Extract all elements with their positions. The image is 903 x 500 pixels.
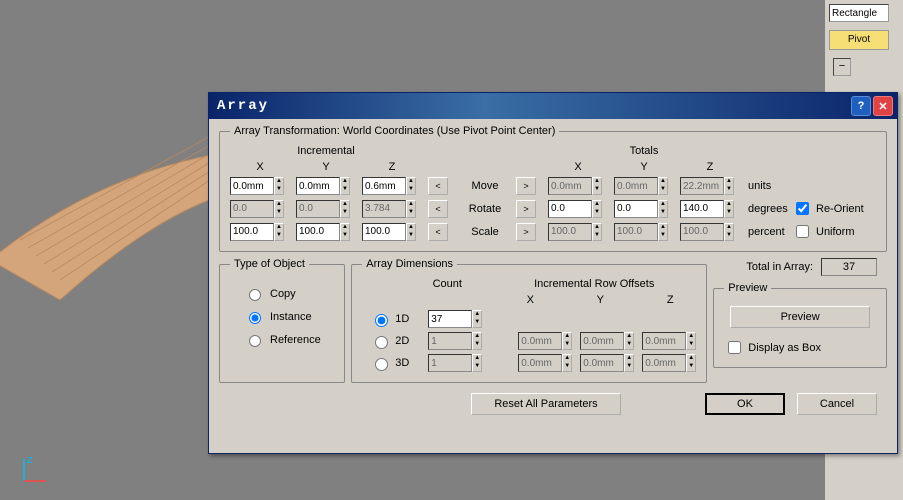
scale-tot-z[interactable]: ▲▼ (680, 223, 734, 241)
tot-y-header: Y (614, 161, 674, 173)
rotate-tot-y[interactable]: ▲▼ (614, 200, 668, 218)
move-tot-y[interactable]: ▲▼ (614, 177, 668, 195)
axis-gizmo: z (16, 453, 52, 492)
instance-radio[interactable] (249, 312, 261, 324)
move-inc-y[interactable]: ▲▼ (296, 177, 350, 195)
2d-y[interactable]: ▲▼ (580, 332, 634, 350)
move-inc-x[interactable]: ▲▼ (230, 177, 284, 195)
2d-x[interactable]: ▲▼ (518, 332, 572, 350)
cancel-button[interactable]: Cancel (797, 393, 877, 415)
3d-z[interactable]: ▲▼ (642, 354, 696, 372)
2d-count[interactable]: ▲▼ (428, 332, 482, 350)
object-name-field[interactable] (829, 4, 889, 22)
inc-x-header: X (230, 161, 290, 173)
move-tot-z[interactable]: ▲▼ (680, 177, 734, 195)
rotate-right-arrow[interactable]: > (516, 200, 536, 218)
scale-tot-x[interactable]: ▲▼ (548, 223, 602, 241)
2d-label: 2D (395, 335, 409, 347)
move-inc-z[interactable]: ▲▼ (362, 177, 416, 195)
preview-legend: Preview (724, 282, 771, 294)
rotate-units: degrees (746, 203, 786, 215)
rotate-left-arrow[interactable]: < (428, 200, 448, 218)
scale-left-arrow[interactable]: < (428, 223, 448, 241)
offsets-header: Incremental Row Offsets (492, 278, 696, 290)
svg-text:z: z (27, 454, 33, 466)
display-as-box-checkbox[interactable] (728, 341, 741, 354)
1d-label: 1D (395, 313, 409, 325)
scale-tot-y[interactable]: ▲▼ (614, 223, 668, 241)
dims-x-header: X (510, 294, 550, 306)
move-left-arrow[interactable]: < (428, 177, 448, 195)
totals-header: Totals (548, 145, 740, 157)
dims-legend: Array Dimensions (362, 258, 457, 270)
type-of-object-group: Type of Object Copy Instance Reference (219, 258, 345, 383)
reset-button[interactable]: Reset All Parameters (471, 393, 621, 415)
inc-z-header: Z (362, 161, 422, 173)
array-dialog: Array ? ✕ Array Transformation: World Co… (208, 92, 898, 454)
dims-z-header: Z (650, 294, 690, 306)
rotate-label: Rotate (460, 203, 510, 215)
2d-z[interactable]: ▲▼ (642, 332, 696, 350)
dialog-title: Array (213, 98, 849, 114)
dims-y-header: Y (580, 294, 620, 306)
instance-label: Instance (270, 311, 312, 323)
ok-button[interactable]: OK (705, 393, 785, 415)
3d-x[interactable]: ▲▼ (518, 354, 572, 372)
reference-radio[interactable] (249, 335, 261, 347)
copy-radio[interactable] (249, 289, 261, 301)
titlebar: Array ? ✕ (209, 93, 897, 119)
move-units: units (746, 180, 786, 192)
2d-radio[interactable] (375, 336, 388, 349)
copy-label: Copy (270, 288, 296, 300)
preview-button[interactable]: Preview (730, 306, 870, 328)
display-as-box-label: Display as Box (748, 342, 821, 354)
count-header: Count (402, 278, 492, 290)
move-label: Move (460, 180, 510, 192)
3d-count[interactable]: ▲▼ (428, 354, 482, 372)
array-dimensions-group: Array Dimensions Count Incremental Row O… (351, 258, 707, 383)
scale-right-arrow[interactable]: > (516, 223, 536, 241)
3d-y[interactable]: ▲▼ (580, 354, 634, 372)
rotate-tot-z[interactable]: ▲▼ (680, 200, 734, 218)
reference-label: Reference (270, 334, 321, 346)
scale-inc-x[interactable]: ▲▼ (230, 223, 284, 241)
scale-inc-z[interactable]: ▲▼ (362, 223, 416, 241)
scale-units: percent (746, 226, 786, 238)
total-value: 37 (821, 258, 877, 276)
preview-group: Preview Preview Display as Box (713, 282, 887, 368)
rotate-inc-z[interactable]: ▲▼ (362, 200, 416, 218)
array-transformation-group: Array Transformation: World Coordinates … (219, 125, 887, 252)
uniform-label: Uniform (816, 226, 855, 238)
help-button[interactable]: ? (851, 96, 871, 116)
tot-z-header: Z (680, 161, 740, 173)
close-icon: ✕ (878, 100, 887, 113)
3d-label: 3D (395, 357, 409, 369)
pivot-button[interactable]: Pivot (829, 30, 889, 50)
fan-staircase-geometry (0, 110, 240, 300)
rotate-inc-x[interactable]: ▲▼ (230, 200, 284, 218)
rotate-tot-x[interactable]: ▲▼ (548, 200, 602, 218)
scale-label: Scale (460, 226, 510, 238)
total-label: Total in Array: (746, 261, 813, 273)
scale-inc-y[interactable]: ▲▼ (296, 223, 350, 241)
1d-count[interactable]: ▲▼ (428, 310, 482, 328)
close-button[interactable]: ✕ (873, 96, 893, 116)
1d-radio[interactable] (375, 314, 388, 327)
incremental-header: Incremental (230, 145, 422, 157)
type-legend: Type of Object (230, 258, 309, 270)
inc-y-header: Y (296, 161, 356, 173)
3d-radio[interactable] (375, 358, 388, 371)
minus-button[interactable]: − (833, 58, 851, 76)
rotate-inc-y[interactable]: ▲▼ (296, 200, 350, 218)
transform-legend: Array Transformation: World Coordinates … (230, 125, 559, 137)
move-right-arrow[interactable]: > (516, 177, 536, 195)
move-tot-x[interactable]: ▲▼ (548, 177, 602, 195)
reorient-checkbox[interactable] (796, 202, 809, 215)
reorient-label: Re-Orient (816, 203, 864, 215)
tot-x-header: X (548, 161, 608, 173)
uniform-checkbox[interactable] (796, 225, 809, 238)
